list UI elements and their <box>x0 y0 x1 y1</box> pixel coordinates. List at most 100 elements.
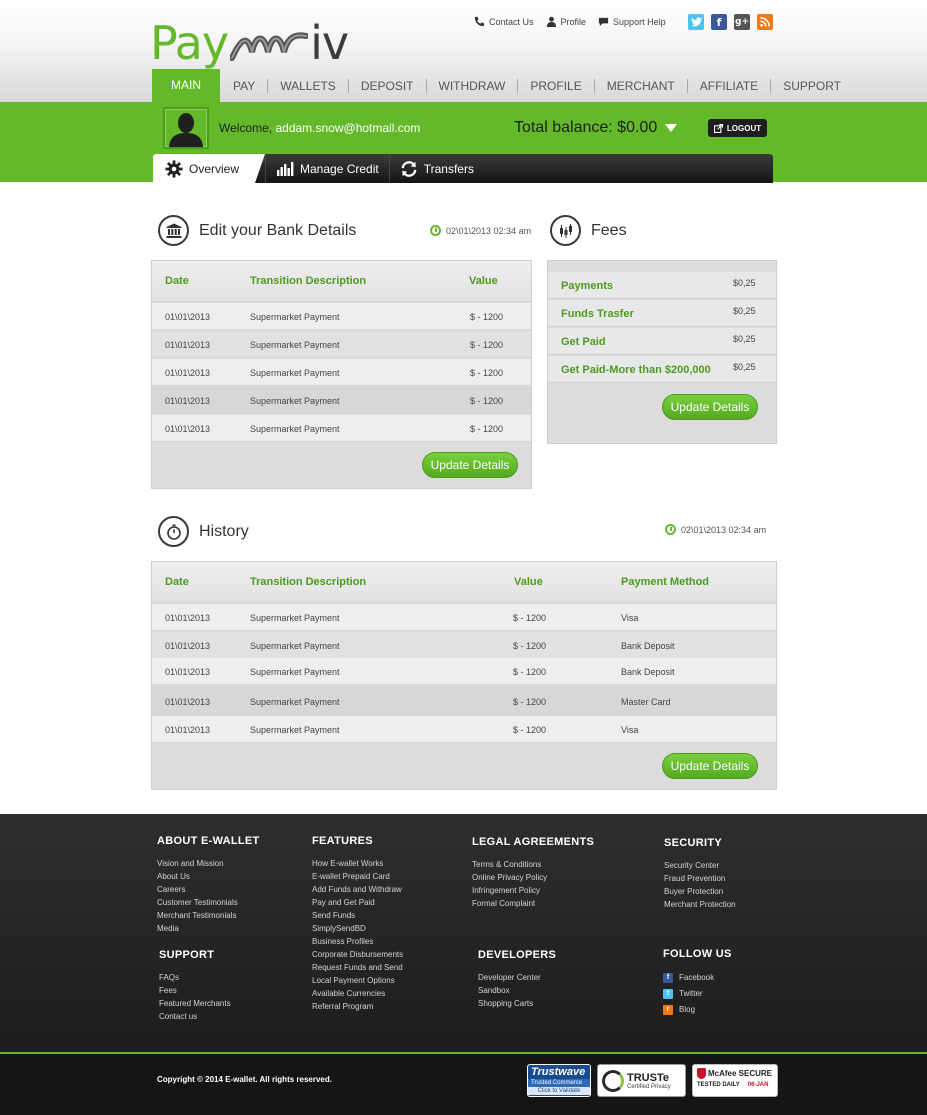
footer-link[interactable]: SimplySendBD <box>312 922 403 935</box>
footer-link[interactable]: Fees <box>159 984 231 997</box>
contact-us-link[interactable]: Contact Us <box>474 16 534 27</box>
footer-link[interactable]: Media <box>157 922 260 935</box>
twitter-icon[interactable] <box>688 14 704 30</box>
logo-text-iv: iv <box>310 16 349 70</box>
col-value: Value <box>514 576 543 588</box>
truste-text: TRUSTe Certified Privacy <box>627 1072 671 1090</box>
facebook-icon[interactable]: f <box>711 14 727 30</box>
tab-transfers-label: Transfers <box>423 161 474 176</box>
cell-value: $ - 1200 <box>513 613 547 623</box>
fees-update-details-button[interactable]: Update Details <box>662 394 758 420</box>
table-row[interactable]: 01\01\2013 Supermarket Payment $ - 1200 <box>152 331 531 358</box>
nav-wallets[interactable]: WALLETS <box>268 78 349 93</box>
footer-link[interactable]: Sandbox <box>478 984 556 997</box>
welcome-text: Welcome, addam.snow@hotmail.com <box>219 121 420 135</box>
nav-merchant[interactable]: MERCHANT <box>595 78 688 93</box>
footer-link[interactable]: Merchant Protection <box>664 898 736 911</box>
avatar[interactable] <box>163 107 209 149</box>
footer-link[interactable]: Terms & Conditions <box>472 858 594 871</box>
footer-link[interactable]: Infringement Policy <box>472 884 594 897</box>
table-row[interactable]: 01\01\2013 Supermarket Payment $ - 1200 … <box>152 716 776 743</box>
footer-about-title: ABOUT E-WALLET <box>157 835 260 847</box>
footer-link[interactable]: Fraud Prevention <box>664 872 736 885</box>
footer-link[interactable]: Careers <box>157 883 260 896</box>
nav-affiliate[interactable]: AFFILIATE <box>688 78 772 93</box>
footer-link[interactable]: Add Funds and Withdraw <box>312 883 403 896</box>
footer-twitter-link[interactable]: t Twitter <box>663 986 732 1002</box>
profile-link[interactable]: Profile <box>546 16 587 27</box>
rss-icon[interactable] <box>757 14 773 30</box>
bank-icon <box>158 215 189 246</box>
nav-pay[interactable]: PAY <box>221 78 269 93</box>
table-row[interactable]: 01\01\2013 Supermarket Payment $ - 1200 <box>152 359 531 386</box>
table-row[interactable]: 01\01\2013 Supermarket Payment $ - 1200 <box>152 303 531 330</box>
footer-link[interactable]: Business Profiles <box>312 935 403 948</box>
footer-link[interactable]: Customer Testimonials <box>157 896 260 909</box>
trustwave-badge[interactable]: Trustwave Trusted Commerce Click to Vali… <box>527 1064 591 1097</box>
truste-name: TRUSTe <box>627 1071 669 1084</box>
logo[interactable]: Pay iv <box>150 10 349 70</box>
cell-date: 01\01\2013 <box>165 613 211 623</box>
nav-main[interactable]: MAIN <box>152 69 220 102</box>
nav-support[interactable]: SUPPORT <box>771 79 853 93</box>
table-row[interactable]: 01\01\2013 Supermarket Payment $ - 1200 … <box>152 632 776 659</box>
truste-badge[interactable]: TRUSTe Certified Privacy <box>597 1064 686 1097</box>
footer-link[interactable]: Local Payment Options <box>312 974 403 987</box>
tab-overview[interactable]: Overview <box>153 154 266 183</box>
nav-withdraw[interactable]: WITHDRAW <box>427 78 519 93</box>
trustwave-sub: Trusted Commerce <box>528 1079 590 1087</box>
table-row[interactable]: 01\01\2013 Supermarket Payment $ - 1200 … <box>152 604 776 631</box>
footer-link[interactable]: Featured Merchants <box>159 997 231 1010</box>
footer-link[interactable]: Pay and Get Paid <box>312 896 403 909</box>
tab-transfers[interactable]: Transfers <box>388 154 484 183</box>
bank-update-details-button[interactable]: Update Details <box>422 452 518 478</box>
nav-profile[interactable]: PROFILE <box>518 78 595 93</box>
table-row[interactable]: 01\01\2013 Supermarket Payment $ - 1200 <box>152 415 531 442</box>
table-row[interactable]: 01\01\2013 Supermarket Payment $ - 1200 <box>152 387 531 414</box>
footer-link[interactable]: Corporate Disbursements <box>312 948 403 961</box>
footer-link[interactable]: Vision and Mission <box>157 857 260 870</box>
footer-security: SECURITY Security Center Fraud Preventio… <box>664 837 736 911</box>
cell-value: $ - 1200 <box>470 396 504 406</box>
logout-label: LOGOUT <box>726 123 762 133</box>
fee-value: $0,25 <box>733 334 756 344</box>
logout-button[interactable]: LOGOUT <box>708 119 767 137</box>
welcome-label: Welcome, <box>219 121 273 135</box>
mcafee-badge[interactable]: McAfee SECURE TESTED DAILY 06-JAN <box>692 1064 778 1097</box>
col-date: Date <box>165 275 189 287</box>
footer-link[interactable]: Request Funds and Send <box>312 961 403 974</box>
footer-link[interactable]: FAQs <box>159 971 231 984</box>
footer-link[interactable]: E-wallet Prepaid Card <box>312 870 403 883</box>
footer-link[interactable]: Formal Complaint <box>472 897 594 910</box>
footer-link[interactable]: Send Funds <box>312 909 403 922</box>
table-row[interactable]: 01\01\2013 Supermarket Payment $ - 1200 … <box>152 686 776 716</box>
profile-label: Profile <box>560 16 587 27</box>
footer-link[interactable]: Buyer Protection <box>664 885 736 898</box>
chevron-down-icon[interactable] <box>665 124 678 132</box>
history-update-details-button[interactable]: Update Details <box>662 753 758 779</box>
footer-facebook-link[interactable]: f Facebook <box>663 970 732 986</box>
footer-link[interactable]: Security Center <box>664 859 736 872</box>
clock-icon <box>665 524 676 535</box>
table-row[interactable]: 01\01\2013 Supermarket Payment $ - 1200 … <box>152 658 776 685</box>
footer-link[interactable]: How E-wallet Works <box>312 857 403 870</box>
fee-label: Funds Trasfer <box>561 308 634 320</box>
footer-link[interactable]: Available Currencies <box>312 987 403 1000</box>
support-help-link[interactable]: Support Help <box>598 16 666 27</box>
logo-text-pay: Pay <box>150 16 229 70</box>
footer-link[interactable]: Online Privacy Policy <box>472 871 594 884</box>
chat-bubble-icon <box>598 17 609 27</box>
tab-manage-credit[interactable]: Manage Credit <box>265 154 389 183</box>
nav-deposit[interactable]: DEPOSIT <box>349 78 427 93</box>
cell-value: $ - 1200 <box>513 697 547 707</box>
footer-link[interactable]: Merchant Testimonials <box>157 909 260 922</box>
google-plus-icon[interactable]: g+ <box>734 14 750 30</box>
footer-link[interactable]: Contact us <box>159 1010 231 1023</box>
footer-link[interactable]: Referral Program <box>312 1000 403 1013</box>
table-header: Date Transition Description Value Paymen… <box>152 562 776 603</box>
mcafee-bottom: TESTED DAILY 06-JAN <box>697 1082 773 1088</box>
footer-blog-link[interactable]: r Blog <box>663 1002 732 1018</box>
footer-link[interactable]: Shopping Carts <box>478 997 556 1010</box>
footer-link[interactable]: About Us <box>157 870 260 883</box>
footer-link[interactable]: Developer Center <box>478 971 556 984</box>
